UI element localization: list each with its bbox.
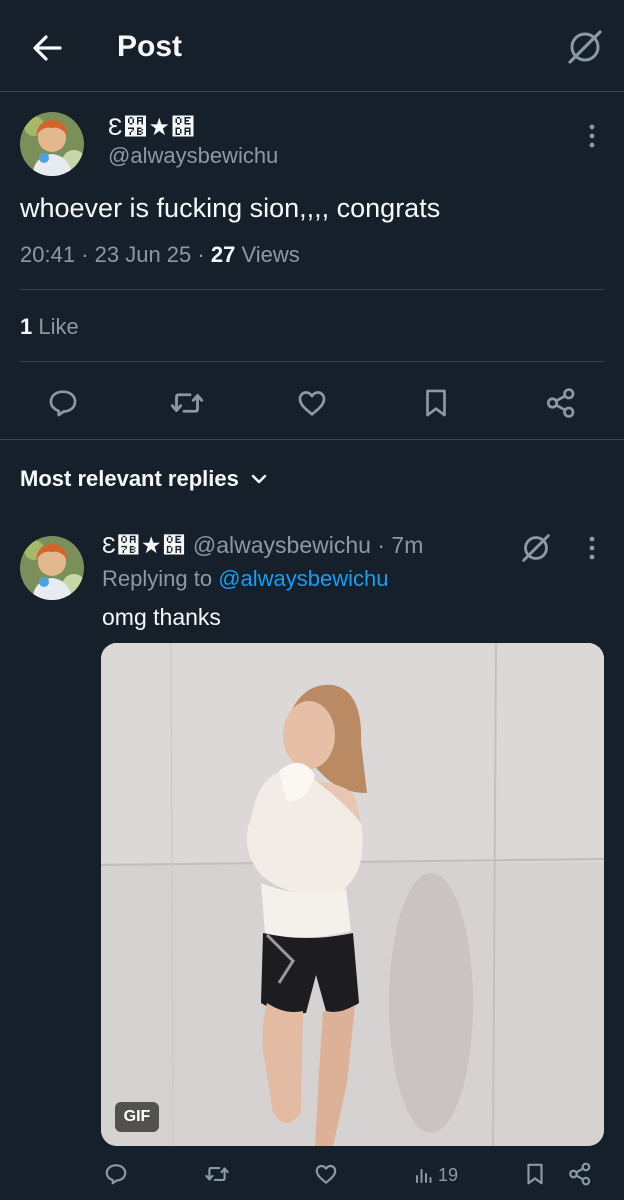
more-icon: [589, 536, 595, 560]
reply-views-count: 19: [438, 1164, 459, 1185]
reply-retweet-button[interactable]: [195, 1152, 239, 1196]
views-count[interactable]: 27: [211, 242, 235, 267]
views-label: Views: [241, 242, 300, 267]
reply-text: omg thanks: [102, 604, 221, 630]
replies-sort-dropdown[interactable]: Most relevant replies: [20, 466, 269, 492]
post-date: 23 Jun 25: [94, 242, 192, 267]
back-arrow-icon: [33, 35, 62, 61]
divider: [0, 439, 624, 440]
post-text: whoever is fucking sion,,,, congrats: [20, 193, 441, 223]
reply-views[interactable]: 19: [414, 1162, 458, 1188]
replying-to-mention[interactable]: @alwaysbewichu: [218, 566, 388, 591]
retweet-button[interactable]: [165, 381, 209, 425]
page-title: Post: [117, 30, 183, 63]
like-icon: [315, 1164, 337, 1184]
bookmark-button[interactable]: [414, 381, 458, 425]
divider: [20, 361, 604, 362]
likes-summary[interactable]: 1 Like: [20, 314, 79, 340]
reply-age: 7m: [391, 532, 424, 558]
views-icon: [416, 1169, 432, 1183]
reply-gif[interactable]: [101, 643, 604, 1146]
back-button[interactable]: [28, 28, 68, 68]
reply-avatar[interactable]: [20, 536, 84, 600]
chevron-down-icon: [251, 474, 267, 484]
top-bar: [0, 0, 624, 92]
grok-button[interactable]: [564, 26, 606, 68]
reply-icon: [49, 390, 77, 417]
likes-count: 1: [20, 314, 33, 339]
reply-header: Ɛ੻★໚ @alwaysbewichu · 7m: [102, 532, 424, 558]
replying-to: Replying to @alwaysbewichu: [102, 566, 389, 591]
gif-badge: GIF: [115, 1102, 159, 1132]
share-icon: [546, 388, 575, 418]
retweet-icon: [170, 393, 204, 413]
reply-handle[interactable]: @alwaysbewichu: [193, 532, 371, 558]
reply-reply-button[interactable]: [94, 1152, 138, 1196]
reply-icon: [105, 1164, 127, 1185]
post-time: 20:41: [20, 242, 76, 267]
grok-icon: [568, 30, 602, 64]
user-handle[interactable]: @alwaysbewichu: [108, 143, 278, 169]
reply-bookmark-button[interactable]: [513, 1152, 557, 1196]
reply-more-button[interactable]: [580, 528, 604, 568]
more-button[interactable]: [580, 116, 604, 156]
reply-grok-button[interactable]: [516, 528, 556, 568]
divider: [20, 289, 604, 290]
reply-share-button[interactable]: [558, 1152, 602, 1196]
likes-label: Like: [38, 314, 79, 339]
share-icon: [569, 1162, 591, 1186]
reply-like-button[interactable]: [304, 1152, 348, 1196]
like-icon: [298, 391, 326, 416]
grok-icon: [522, 534, 550, 562]
bookmark-icon: [527, 1163, 543, 1185]
avatar[interactable]: [20, 112, 84, 176]
reply-button[interactable]: [41, 381, 85, 425]
replies-sort-label: Most relevant replies: [20, 466, 239, 491]
more-icon: [589, 124, 595, 148]
like-button[interactable]: [290, 381, 334, 425]
share-button[interactable]: [539, 381, 583, 425]
display-name[interactable]: Ɛ੻★໚: [108, 113, 196, 142]
retweet-icon: [205, 1166, 229, 1182]
reply-display-name[interactable]: Ɛ੻★໚: [102, 532, 187, 558]
bookmark-icon: [426, 389, 446, 417]
post-meta: 20:41 · 23 Jun 25 · 27 Views: [20, 242, 300, 267]
